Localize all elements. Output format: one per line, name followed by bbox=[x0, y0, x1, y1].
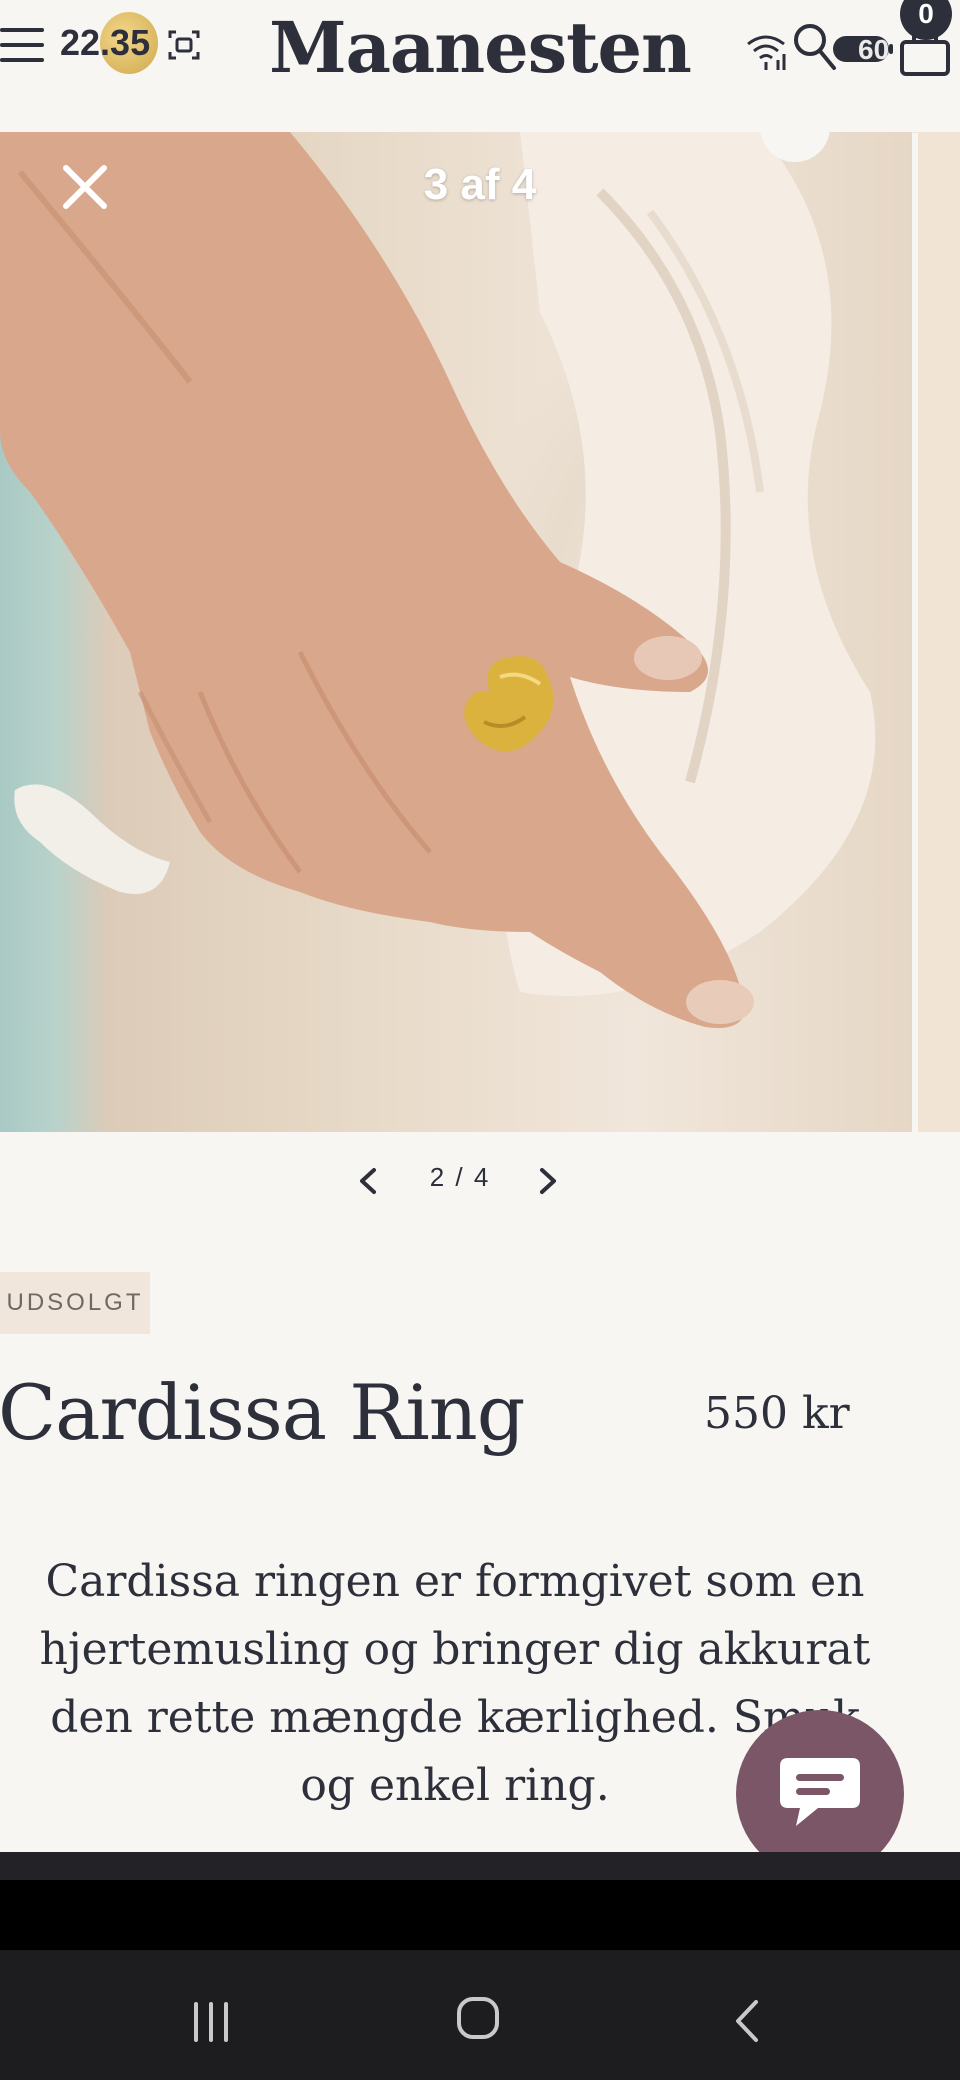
product-title: Cardissa Ring bbox=[0, 1368, 525, 1457]
cart-button[interactable]: 0 bbox=[890, 0, 956, 80]
header-actions: 60 0 bbox=[740, 0, 960, 80]
gallery-pager: 2 / 4 bbox=[0, 1158, 960, 1202]
recent-apps-icon[interactable] bbox=[190, 2002, 232, 2042]
search-icon[interactable] bbox=[788, 18, 838, 74]
system-navigation-bar bbox=[0, 1950, 960, 2080]
site-header: 22.35 Maanesten 60 0 bbox=[0, 0, 960, 133]
wifi-icon bbox=[747, 35, 786, 70]
home-icon[interactable] bbox=[456, 1996, 500, 2040]
chevron-right-icon[interactable] bbox=[534, 1166, 562, 1196]
pager-count: 2 / 4 bbox=[429, 1162, 491, 1192]
chevron-left-icon[interactable] bbox=[354, 1166, 382, 1196]
product-page: 22.35 Maanesten 60 0 3 af 4 2 / 4 UDSOLG… bbox=[0, 0, 960, 2080]
back-icon[interactable] bbox=[732, 1998, 762, 2044]
product-price: 550 kr bbox=[704, 1388, 850, 1439]
hand-with-ring-illustration bbox=[0, 132, 876, 1028]
sold-out-badge: UDSOLGT bbox=[0, 1272, 150, 1334]
battery-level: 60 bbox=[858, 34, 890, 65]
chat-icon bbox=[780, 1758, 860, 1826]
product-photo[interactable] bbox=[0, 132, 912, 1132]
image-counter: 3 af 4 bbox=[423, 160, 537, 209]
image-viewer[interactable]: 3 af 4 bbox=[0, 132, 960, 1132]
bottom-strip bbox=[0, 1852, 960, 1880]
next-photo-peek[interactable] bbox=[918, 132, 960, 1132]
